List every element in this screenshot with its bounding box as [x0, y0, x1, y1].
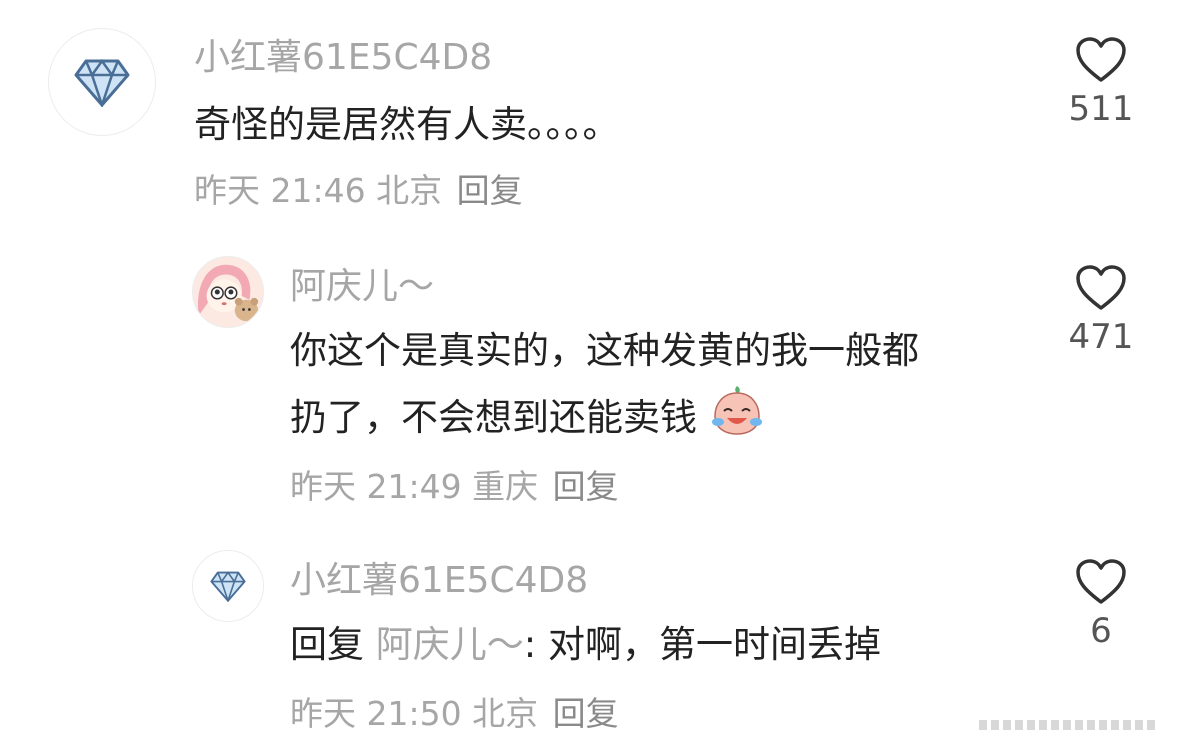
timestamp: 昨天 21:49 — [290, 467, 462, 506]
comment-meta: 昨天 21:49 重庆 回复 — [290, 470, 619, 503]
username[interactable]: 阿庆儿～ — [290, 269, 434, 305]
diamond-icon — [210, 571, 246, 602]
like-button[interactable]: 471 — [1051, 264, 1151, 354]
cartoon-girl-avatar — [193, 257, 263, 327]
timestamp: 昨天 21:46 — [194, 171, 366, 210]
avatar[interactable] — [192, 550, 264, 622]
reply-button[interactable]: 回复 — [457, 171, 523, 210]
like-button[interactable]: 6 — [1051, 558, 1151, 648]
comment-text-line-2: 扔了，不会想到还能卖钱 — [290, 384, 763, 457]
username[interactable]: 小红薯61E5C4D8 — [290, 563, 588, 599]
heart-icon — [1076, 559, 1126, 604]
location: 北京 — [376, 171, 443, 210]
reply-button[interactable]: 回复 — [553, 694, 619, 733]
comment-text: 回复 阿庆儿～: 对啊，第一时间丢掉 — [290, 612, 881, 678]
diamond-icon — [74, 58, 130, 107]
like-count: 511 — [1068, 89, 1134, 129]
location: 北京 — [472, 694, 539, 733]
heart-icon — [1076, 37, 1126, 82]
laughing-crying-emoji — [711, 384, 763, 457]
mention-link[interactable]: 阿庆儿～ — [376, 623, 524, 666]
like-button[interactable]: 511 — [1051, 36, 1151, 126]
like-count: 6 — [1090, 611, 1112, 651]
comment-text: 奇怪的是居然有人卖。。。。 — [194, 103, 620, 146]
heart-icon — [1076, 265, 1126, 310]
comment-text-line-2-text: 扔了，不会想到还能卖钱 — [290, 396, 697, 439]
reply-button[interactable]: 回复 — [553, 467, 619, 506]
username[interactable]: 小红薯61E5C4D8 — [194, 40, 492, 76]
location: 重庆 — [472, 467, 539, 506]
comment-meta: 昨天 21:50 北京 回复 — [290, 697, 619, 730]
timestamp: 昨天 21:50 — [290, 694, 462, 733]
comment-meta: 昨天 21:46 北京 回复 — [194, 174, 523, 207]
avatar[interactable] — [48, 28, 156, 136]
reply-prefix: 回复 — [290, 623, 364, 666]
reply-text: : 对啊，第一时间丢掉 — [523, 623, 881, 666]
watermark-marks — [979, 720, 1155, 730]
comment-text-line-1: 你这个是真实的，这种发黄的我一般都 — [290, 329, 919, 372]
like-count: 471 — [1068, 317, 1134, 357]
avatar[interactable] — [192, 256, 264, 328]
